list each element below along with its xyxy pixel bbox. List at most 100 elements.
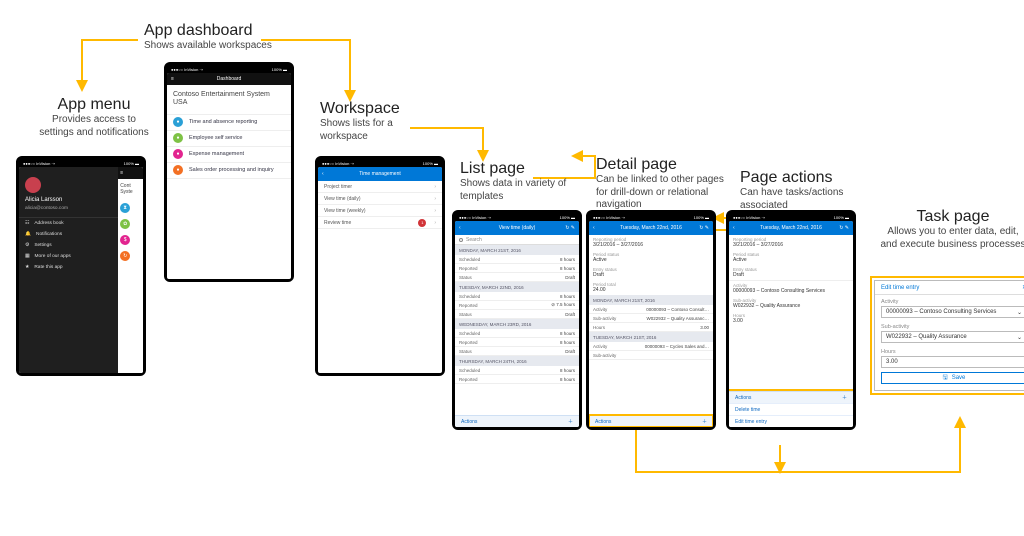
back-icon[interactable]: ‹: [593, 225, 595, 231]
field-label: Period status: [589, 250, 713, 257]
actions-bar[interactable]: Actions＋: [455, 415, 579, 427]
list-cell[interactable]: Reported⊘ 7.5 hours: [455, 301, 579, 310]
field-label: Hours: [875, 345, 1024, 356]
tile-icon: ●: [173, 165, 183, 175]
field-value: 24.00: [589, 287, 713, 295]
phone-app-menu: ●●●○○ InVision ⇢100% ▬ Alicia Larsson al…: [16, 156, 146, 376]
list-cell[interactable]: Scheduled8 hours: [455, 329, 579, 338]
actions-bar[interactable]: Actions＋: [729, 391, 853, 403]
list-cell[interactable]: Scheduled8 hours: [455, 292, 579, 301]
plus-icon: ＋: [568, 418, 573, 425]
label-desc: Can have tasks/actions associated: [740, 187, 870, 212]
detail-cell[interactable]: Activity00000093 – Contoso Consult…: [589, 305, 713, 314]
menu-item[interactable]: ★Rate this app: [19, 262, 118, 273]
menu-item[interactable]: ☷Address book: [19, 218, 118, 229]
label-list-page: List page Shows data in variety of templ…: [460, 160, 570, 203]
task-page-highlight: Edit time entry ✕ Activity00000093 – Con…: [870, 276, 1024, 395]
workspace-row[interactable]: Review time1›: [318, 217, 442, 229]
detail-cell[interactable]: Activity00000093 – Cycles Sales and…: [589, 342, 713, 351]
workspace-tile[interactable]: ●Expense management: [167, 147, 291, 163]
field-value: Draft: [589, 272, 713, 280]
search-placeholder: Search: [466, 237, 482, 243]
field-label: Entry status: [589, 265, 713, 272]
action-item[interactable]: Edit time entry: [729, 415, 853, 427]
plus-icon: ＋: [842, 394, 847, 401]
label-detail: Detail page Can be linked to other pages…: [596, 156, 726, 212]
menu-icon: ▦: [25, 254, 30, 259]
select-input[interactable]: 00000093 – Contoso Consulting Services⌄: [881, 306, 1024, 318]
header: ‹ View time (daily) ↻ ✎: [455, 221, 579, 235]
label-app-menu: App menu Provides access to settings and…: [34, 96, 154, 139]
field-label: Hours: [729, 311, 853, 318]
task-header: Edit time entry ✕: [875, 281, 1024, 295]
header-icons[interactable]: ↻ ✎: [839, 225, 849, 231]
list-cell[interactable]: Reported8 hours: [455, 338, 579, 347]
field-value: 3/21/2016 – 3/27/2016: [589, 242, 713, 250]
menu-item[interactable]: ▦More of our apps: [19, 251, 118, 262]
text-input[interactable]: 3.00: [881, 356, 1024, 368]
list-cell[interactable]: StatusDraft: [455, 347, 579, 356]
search-bar[interactable]: Search: [455, 235, 579, 245]
tile-icon: ●: [173, 149, 183, 159]
field-label: Period total: [589, 280, 713, 287]
side-menu: Alicia Larsson alicia@contoso.com ☷Addre…: [19, 167, 118, 373]
group-header: MONDAY, MARCH 21ST, 2016: [455, 245, 579, 255]
chevron-down-icon: ⌄: [1017, 334, 1022, 341]
group-header: THURSDAY, MARCH 24TH, 2016: [455, 356, 579, 366]
field-value: Active: [589, 257, 713, 265]
workspace-row[interactable]: View time (daily)›: [318, 193, 442, 205]
peek-dashboard: ≡ ContSyste ⧗ ✿ $ ↻: [118, 167, 143, 373]
label-desc: Provides access to settings and notifica…: [34, 114, 154, 139]
menu-item[interactable]: ⚙Settings: [19, 240, 118, 251]
menu-item[interactable]: 🔔Notifications: [19, 229, 118, 240]
header-icons[interactable]: ↻ ✎: [565, 225, 575, 231]
header-title: View time (daily): [499, 225, 536, 231]
list-cell[interactable]: Scheduled8 hours: [455, 366, 579, 375]
field-label: Reporting period: [729, 235, 853, 242]
group-header: MONDAY, MARCH 21ST, 2016: [589, 295, 713, 305]
workspace-tile[interactable]: ●Sales order processing and inquiry: [167, 163, 291, 179]
action-item[interactable]: Delete time: [729, 403, 853, 415]
workspace-tile[interactable]: ●Employee self service: [167, 131, 291, 147]
phone-workspace: ●●●○○ InVision ⇢100% ▬ ‹Time management …: [315, 156, 445, 376]
label-desc: Can be linked to other pages for drill-d…: [596, 174, 726, 212]
list-cell[interactable]: Reported8 hours: [455, 264, 579, 273]
field-label: Reporting period: [589, 235, 713, 242]
select-input[interactable]: W022932 – Quality Assurance⌄: [881, 331, 1024, 343]
label-actions: Page actions Can have tasks/actions asso…: [740, 169, 870, 212]
field-label: Activity: [875, 295, 1024, 306]
header-title: Dashboard: [217, 76, 241, 82]
header: ‹ Tuesday, March 22nd, 2016 ↻ ✎: [729, 221, 853, 235]
detail-cell[interactable]: Sub-activity: [589, 351, 713, 360]
badge: 1: [418, 219, 426, 227]
list-cell[interactable]: StatusDraft: [455, 273, 579, 282]
workspace-row[interactable]: View time (weekly)›: [318, 205, 442, 217]
field-label: Sub-activity: [729, 296, 853, 303]
back-icon[interactable]: ‹: [459, 225, 461, 231]
back-icon[interactable]: ‹: [733, 225, 735, 231]
task-page: Edit time entry ✕ Activity00000093 – Con…: [874, 280, 1024, 391]
workspace-row[interactable]: Project timer›: [318, 181, 442, 193]
user-mail: alicia@contoso.com: [19, 206, 118, 218]
back-icon[interactable]: ‹: [322, 171, 324, 177]
menu-icon: ☷: [25, 221, 29, 226]
save-button[interactable]: 🖫 Save: [881, 372, 1024, 384]
list-cell[interactable]: StatusDraft: [455, 310, 579, 319]
field-value: Draft: [729, 272, 853, 280]
header-icons[interactable]: ↻ ✎: [699, 225, 709, 231]
task-title: Edit time entry: [881, 285, 919, 291]
actions-bar[interactable]: Actions＋: [589, 415, 713, 427]
list-cell[interactable]: Reported8 hours: [455, 375, 579, 384]
group-header: TUESDAY, MARCH 21ST, 2016: [589, 332, 713, 342]
list-cell[interactable]: Scheduled8 hours: [455, 255, 579, 264]
header-title: Tuesday, March 22nd, 2016: [620, 225, 682, 231]
header-title: Tuesday, March 22nd, 2016: [760, 225, 822, 231]
label-desc: Allows you to enter data, edit, and exec…: [878, 226, 1024, 251]
workspace-tile[interactable]: ●Time and absence reporting: [167, 115, 291, 131]
label-desc: Shows available workspaces: [144, 40, 272, 53]
label-title: Page actions: [740, 169, 870, 187]
detail-cell[interactable]: Sub-activityW022932 – Quality Assuranc…: [589, 314, 713, 323]
detail-cell[interactable]: Hours3.00: [589, 323, 713, 332]
label-title: Workspace: [320, 100, 410, 118]
hamburger-icon[interactable]: ≡: [171, 76, 174, 82]
